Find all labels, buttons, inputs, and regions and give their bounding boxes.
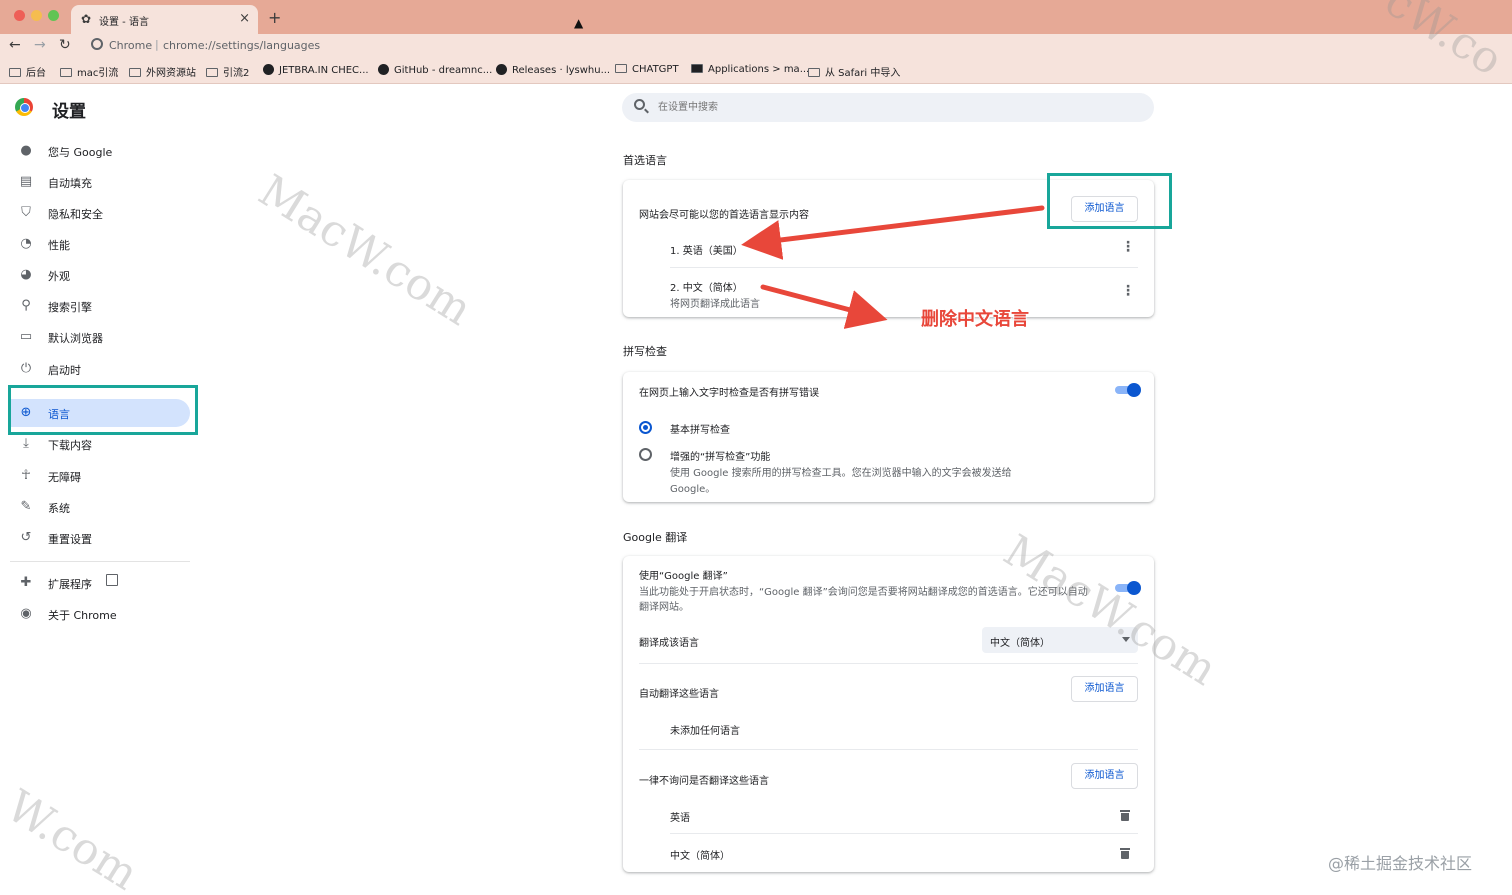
annotation-arrows <box>741 205 1045 329</box>
credit-text: @稀土掘金技术社区 <box>1328 854 1473 873</box>
arrow-to-english <box>741 205 1045 260</box>
arrow-to-delete-note <box>760 284 888 329</box>
delete-chinese-note: 删除中文语言 <box>921 309 1029 330</box>
